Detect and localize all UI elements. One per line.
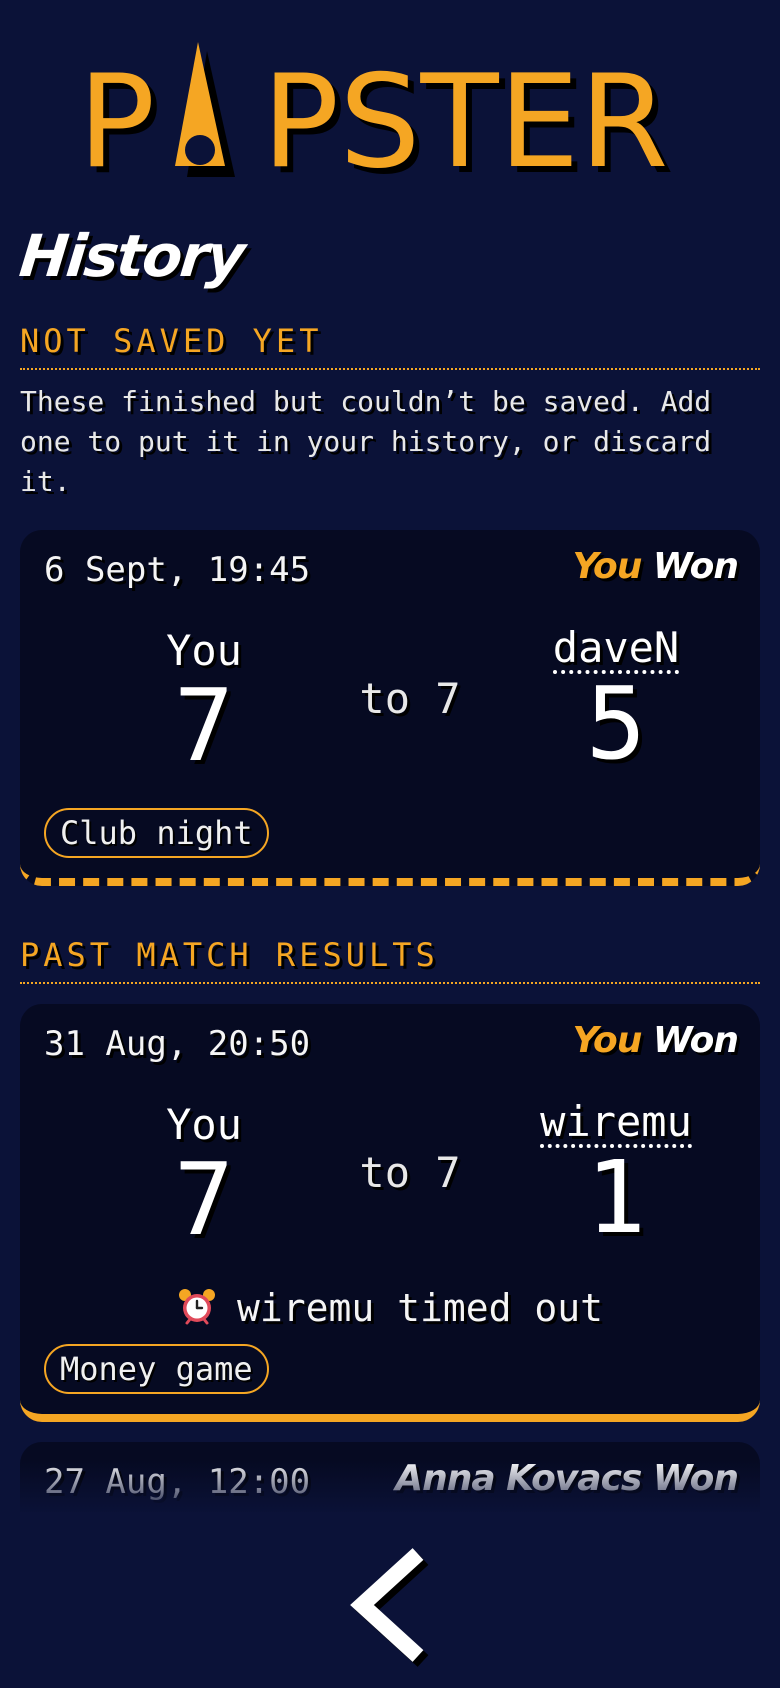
opponent-score: 5	[585, 665, 647, 782]
match-date: 31 Aug, 20:50	[44, 1024, 311, 1064]
past-match-card[interactable]: 31 Aug, 20:50 You Won You 7 to 7 wiremu …	[20, 1004, 760, 1422]
player-score: 7	[173, 1141, 235, 1258]
logo-graphic: P PSTER P PSTER	[78, 42, 674, 188]
result-won-label: Won	[652, 1020, 739, 1061]
logo-text-left: P	[78, 48, 155, 188]
back-button[interactable]	[340, 1540, 440, 1670]
opponent-column: daveN 5	[496, 626, 736, 774]
player-score: 7	[173, 667, 235, 784]
app-logo: P PSTER P PSTER	[0, 38, 780, 188]
match-tag: Money game	[44, 1344, 269, 1394]
result-won-label: Won	[652, 1458, 739, 1499]
result-winner: You	[572, 546, 643, 587]
match-date: 6 Sept, 19:45	[44, 550, 311, 590]
pin-letter-icon	[175, 42, 235, 177]
logo-text-right: PSTER	[262, 48, 668, 188]
match-result: You Won	[572, 1020, 739, 1061]
match-note: wiremu timed out	[20, 1286, 760, 1330]
match-note-text: wiremu timed out	[236, 1286, 604, 1330]
alarm-clock-icon	[177, 1287, 217, 1327]
section-heading-past-results: PAST MATCH RESULTS	[20, 936, 760, 984]
match-result: Anna Kovacs Won	[395, 1458, 739, 1499]
player-column: You 7	[84, 626, 324, 776]
page-title: History	[16, 222, 247, 290]
match-date: 27 Aug, 12:00	[44, 1462, 311, 1502]
unsaved-match-card[interactable]: 6 Sept, 19:45 You Won You 7 to 7 daveN 5…	[20, 530, 760, 886]
match-tag: Club night	[44, 808, 269, 858]
unsaved-intro-text: These finished but couldn’t be saved. Ad…	[20, 385, 712, 498]
player-column: You 7	[84, 1100, 324, 1250]
opponent-score: 1	[585, 1139, 647, 1256]
opponent-column: wiremu 1	[496, 1100, 736, 1248]
result-winner: You	[572, 1020, 643, 1061]
section-heading-not-saved: NOT SAVED YET	[20, 322, 760, 370]
match-target: to 7	[359, 1148, 461, 1197]
match-result: You Won	[572, 546, 739, 587]
match-target: to 7	[359, 674, 461, 723]
result-won-label: Won	[652, 546, 739, 587]
result-winner: Anna Kovacs	[395, 1458, 642, 1499]
chevron-left-icon	[350, 1548, 429, 1667]
